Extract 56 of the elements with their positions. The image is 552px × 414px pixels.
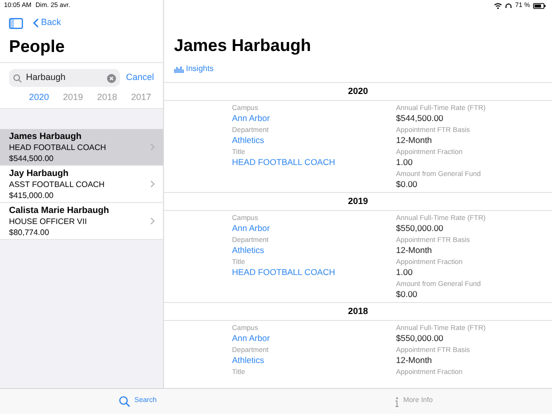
field-value[interactable]: Ann Arbor	[232, 333, 270, 344]
field-value[interactable]: Athletics	[232, 245, 264, 256]
cancel-button[interactable]: Cancel	[126, 71, 154, 85]
sidebar-toggle-icon[interactable]	[9, 18, 23, 28]
chevron-right-icon	[150, 143, 155, 151]
field-value: 1.00	[396, 267, 413, 278]
field-value: 1.00	[396, 157, 413, 168]
search-icon	[13, 74, 22, 82]
field-value[interactable]: Ann Arbor	[232, 223, 270, 234]
field-value[interactable]: HEAD FOOTBALL COACH	[232, 267, 336, 278]
field-value[interactable]: HEAD FOOTBALL COACH	[232, 157, 336, 168]
person-title: HEAD FOOTBALL COACH	[9, 142, 108, 153]
field-value: $0.00	[396, 179, 418, 190]
field-value: $550,000.00	[396, 333, 444, 344]
field-value: $544,500.00	[396, 113, 444, 124]
field-value: 12-Month	[396, 355, 432, 366]
sidebar-title: People	[8, 36, 66, 58]
chevron-left-icon	[33, 18, 39, 28]
field-value[interactable]: Ann Arbor	[232, 113, 270, 124]
section-header: 2018	[164, 302, 552, 321]
result-row[interactable]: James Harbaugh HEAD FOOTBALL COACH $544,500.00	[0, 129, 163, 166]
wifi-icon	[494, 3, 502, 9]
back-button[interactable]: Back	[33, 16, 62, 30]
person-salary: $544,500.00	[9, 153, 54, 164]
year-tab[interactable]: 2020	[29, 90, 50, 104]
person-salary: $80,774.00	[9, 227, 50, 238]
person-title: ASST FOOTBALL COACH	[9, 179, 106, 190]
person-name: Calista Marie Harbaugh	[9, 204, 110, 216]
headphones-icon	[505, 3, 512, 9]
year-tab[interactable]: 2018	[97, 90, 118, 104]
info-icon	[395, 396, 400, 406]
result-row[interactable]: Calista Marie Harbaugh HOUSE OFFICER VII $80,774.00	[0, 203, 163, 240]
detail-title: James Harbaugh	[173, 35, 312, 57]
person-name: Jay Harbaugh	[9, 167, 70, 179]
person-salary: $415,000.00	[9, 190, 54, 201]
field-value: $0.00	[396, 289, 418, 300]
clear-icon[interactable]	[106, 74, 116, 82]
chevron-right-icon	[150, 217, 155, 225]
search-field[interactable]: Harbaugh	[9, 69, 120, 87]
result-row[interactable]: Jay Harbaugh ASST FOOTBALL COACH $415,000.00	[0, 166, 163, 203]
field-value: 12-Month	[396, 245, 432, 256]
field-value: 12-Month	[396, 135, 432, 146]
insights-link[interactable]: Insights	[164, 63, 224, 75]
section-header: 2019	[164, 192, 552, 211]
year-tab[interactable]: 2019	[63, 90, 84, 104]
chevron-right-icon	[150, 180, 155, 188]
person-name: James Harbaugh	[9, 130, 83, 142]
search-icon	[119, 396, 130, 407]
field-value: $550,000.00	[396, 223, 444, 234]
battery-icon	[533, 3, 546, 9]
year-tab[interactable]: 2017	[131, 90, 152, 104]
field-value[interactable]: Athletics	[232, 135, 264, 146]
section-header: 2020	[164, 82, 552, 101]
bar-chart-icon	[174, 66, 184, 72]
field-value[interactable]: Athletics	[232, 355, 264, 366]
person-title: HOUSE OFFICER VII	[9, 216, 88, 227]
